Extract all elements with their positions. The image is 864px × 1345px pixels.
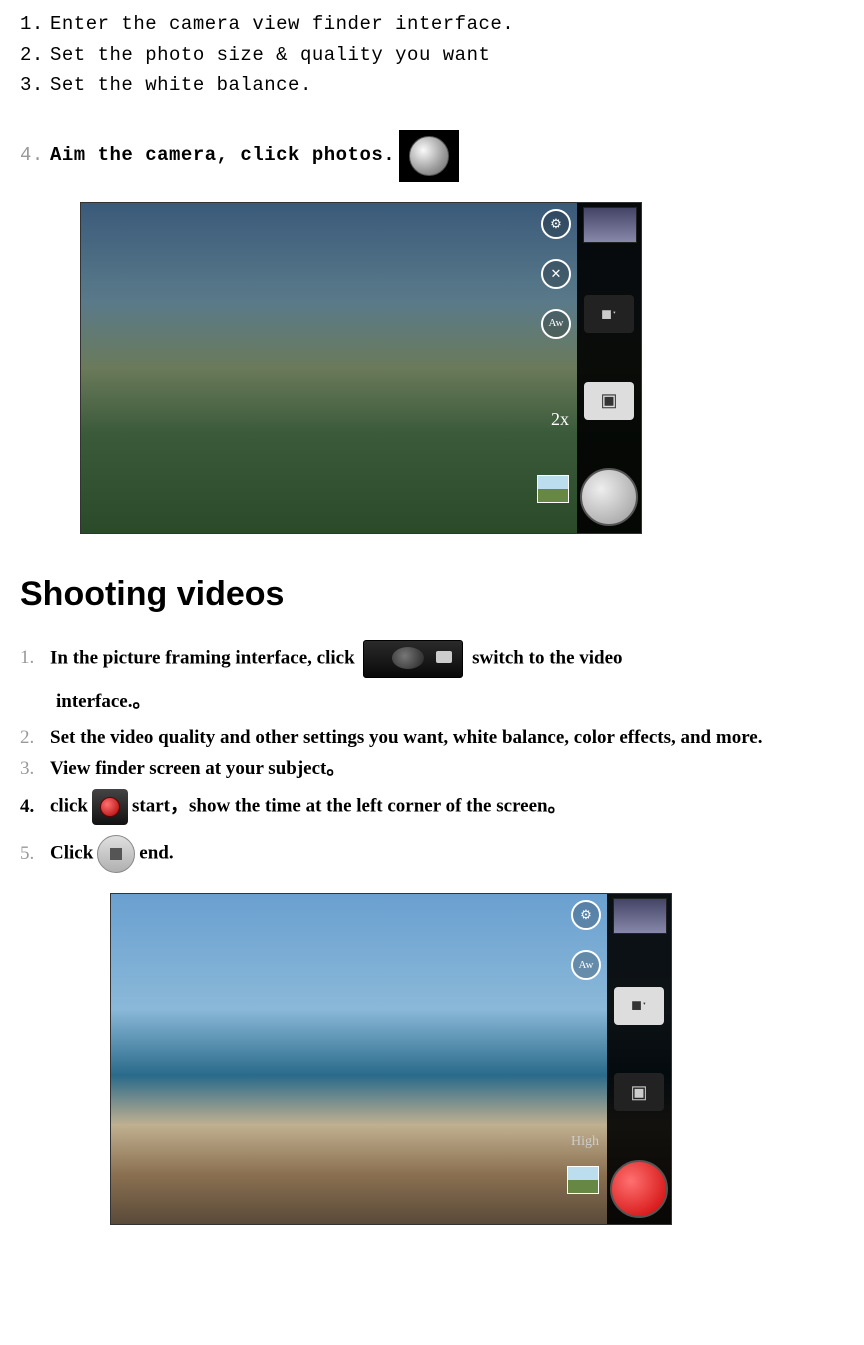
step-item-cont: interface.。 bbox=[20, 688, 844, 717]
auto-wb-icon: Aw bbox=[541, 309, 571, 339]
stop-icon bbox=[97, 835, 135, 873]
gallery-thumb-icon bbox=[537, 475, 569, 503]
gallery-thumb-icon bbox=[567, 1166, 599, 1194]
step-item: 1. In the picture framing interface, cli… bbox=[20, 640, 844, 678]
section-heading: Shooting videos bbox=[20, 569, 844, 620]
settings-gear-icon: ⚙ bbox=[571, 900, 601, 930]
step-text-part: Click bbox=[50, 842, 93, 863]
last-photo-thumb bbox=[583, 207, 637, 243]
step-item: 5. Click end. bbox=[20, 835, 844, 873]
camera-preview-photo: ⚙ ✕ Aw 2x ■ˑ ▣ bbox=[80, 202, 642, 534]
shutter-icon bbox=[399, 130, 459, 182]
camera-right-rail: ■ˑ ▣ bbox=[577, 203, 641, 533]
step-item: 1. Enter the camera view finder interfac… bbox=[20, 10, 844, 39]
step-text: interface.。 bbox=[56, 688, 151, 717]
camera-preview-video: ⚙ Aw High ■ˑ ▣ bbox=[110, 893, 672, 1225]
last-photo-thumb bbox=[613, 898, 667, 934]
photo-mode-icon: ▣ bbox=[614, 1073, 664, 1111]
video-steps-list: 1. In the picture framing interface, cli… bbox=[20, 640, 844, 874]
step-number: 4. bbox=[20, 141, 50, 170]
step-text: Enter the camera view finder interface. bbox=[50, 10, 514, 39]
camera-right-rail: ■ˑ ▣ bbox=[607, 894, 671, 1224]
step-text-part: start，show the time at the left corner o… bbox=[132, 795, 567, 816]
step-number: 2. bbox=[20, 724, 50, 753]
step-text: Set the video quality and other settings… bbox=[50, 724, 762, 753]
step-text: Set the white balance. bbox=[50, 71, 312, 100]
step-number: 2. bbox=[20, 41, 50, 70]
step-item: 3. View finder screen at your subject。 bbox=[20, 755, 844, 784]
zoom-label: 2x bbox=[551, 406, 569, 433]
close-x-icon: ✕ bbox=[541, 259, 571, 289]
step-item: 3. Set the white balance. bbox=[20, 71, 844, 100]
step-item: 2. Set the photo size & quality you want bbox=[20, 41, 844, 70]
step-number: 3. bbox=[20, 755, 50, 784]
preview-setting-icons: ⚙ Aw bbox=[571, 900, 601, 980]
step-item: 4. Aim the camera, click photos. bbox=[20, 130, 844, 182]
step-text: In the picture framing interface, click … bbox=[50, 640, 623, 678]
preview-setting-icons: ⚙ ✕ Aw bbox=[541, 209, 571, 339]
photo-steps-list: 1. Enter the camera view finder interfac… bbox=[20, 10, 844, 182]
auto-wb-icon: Aw bbox=[571, 950, 601, 980]
mode-switch-icon bbox=[363, 640, 463, 678]
step-text: View finder screen at your subject。 bbox=[50, 755, 345, 784]
step-text: Click end. bbox=[50, 835, 174, 873]
step-number: 1. bbox=[20, 10, 50, 39]
record-icon bbox=[92, 789, 128, 825]
quality-label: High bbox=[571, 1131, 599, 1152]
video-mode-icon: ■ˑ bbox=[584, 295, 634, 333]
step-number: 5. bbox=[20, 840, 50, 869]
step-text: Set the photo size & quality you want bbox=[50, 41, 490, 70]
settings-gear-icon: ⚙ bbox=[541, 209, 571, 239]
step-text: click start，show the time at the left cor… bbox=[50, 789, 567, 825]
shutter-button-icon bbox=[580, 468, 638, 526]
step-text-part: click bbox=[50, 795, 88, 816]
step-number: 4. bbox=[20, 793, 50, 822]
step-item: 2. Set the video quality and other setti… bbox=[20, 724, 844, 753]
step-item: 4. click start，show the time at the left … bbox=[20, 789, 844, 825]
step-text-part: end. bbox=[139, 842, 173, 863]
step-number: 1. bbox=[20, 644, 50, 673]
step-text-part: In the picture framing interface, click bbox=[50, 647, 359, 668]
step-number: 3. bbox=[20, 71, 50, 100]
step-text-part: switch to the video bbox=[472, 647, 622, 668]
video-mode-icon: ■ˑ bbox=[614, 987, 664, 1025]
photo-mode-icon: ▣ bbox=[584, 382, 634, 420]
step-text: Aim the camera, click photos. bbox=[50, 141, 395, 170]
record-button-icon bbox=[610, 1160, 668, 1218]
